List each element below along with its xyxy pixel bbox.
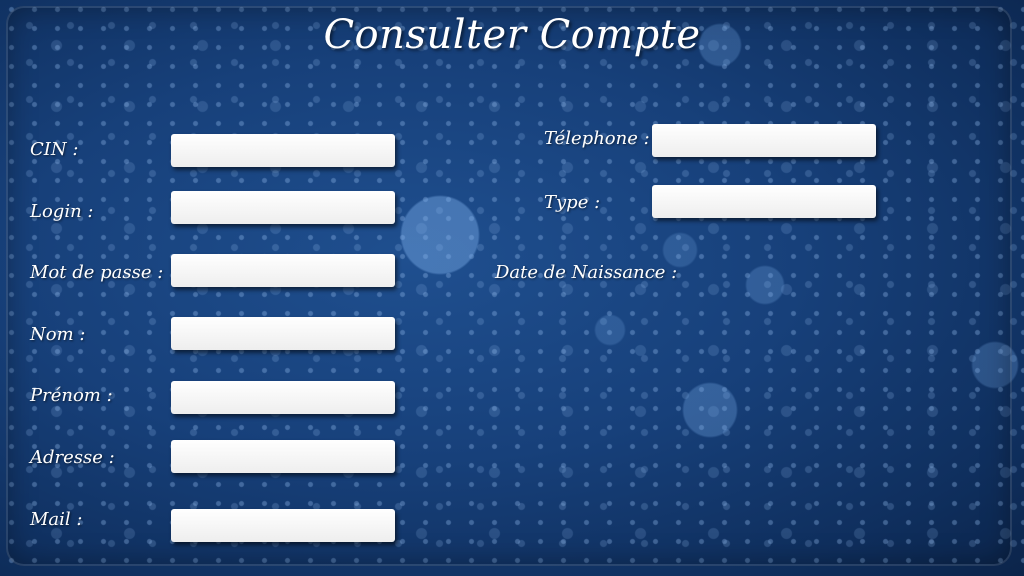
telephone-input[interactable]	[652, 124, 876, 157]
mail-input[interactable]	[171, 509, 395, 542]
type-input[interactable]	[652, 185, 876, 218]
password-label: Mot de passe :	[30, 262, 164, 283]
type-label: Type :	[544, 192, 601, 213]
page-title: Consulter Compte	[323, 12, 701, 58]
telephone-label: Télephone :	[544, 128, 650, 149]
nom-label: Nom :	[30, 324, 86, 345]
login-label: Login :	[30, 201, 94, 222]
adresse-label: Adresse :	[30, 447, 115, 468]
prenom-label: Prénom :	[30, 385, 113, 406]
password-input[interactable]	[171, 254, 395, 287]
login-input[interactable]	[171, 191, 395, 224]
cin-label: CIN :	[30, 139, 79, 160]
nom-input[interactable]	[171, 317, 395, 350]
window-frame	[6, 6, 1012, 566]
cin-input[interactable]	[171, 134, 395, 167]
adresse-input[interactable]	[171, 440, 395, 473]
mail-label: Mail :	[30, 509, 83, 530]
prenom-input[interactable]	[171, 381, 395, 414]
birth-date-label: Date de Naissance :	[495, 262, 678, 283]
